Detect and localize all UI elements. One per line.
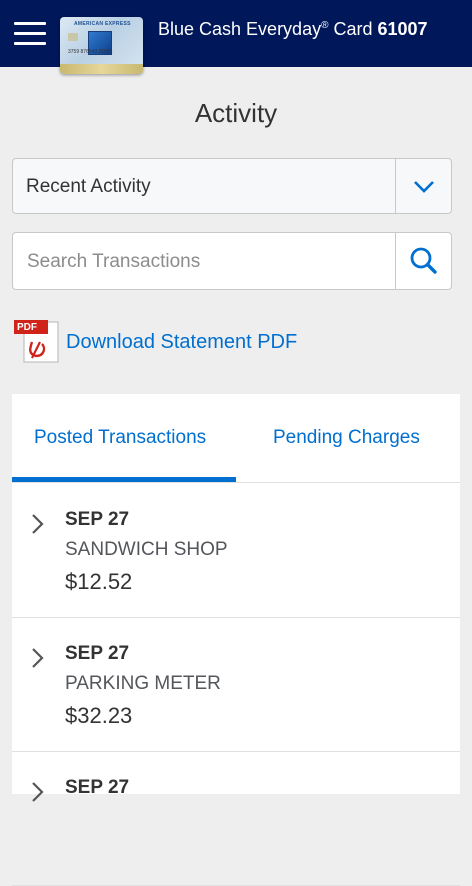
card-title: Blue Cash Everyday® Card 61007 — [158, 19, 428, 40]
app-header: AMERICAN EXPRESS 3759 876543 21001 Blue … — [0, 0, 472, 74]
active-tab-indicator — [12, 477, 236, 482]
transaction-merchant: SANDWICH SHOP — [65, 539, 228, 560]
chevron-down-icon[interactable] — [411, 173, 437, 204]
card-number: 3759 876543 21001 — [68, 49, 113, 55]
transaction-amount: $12.52 — [65, 569, 133, 594]
download-statement-label: Download Statement PDF — [66, 331, 298, 353]
transaction-date: SEP 27 — [65, 777, 130, 798]
chevron-right-icon[interactable] — [30, 513, 46, 540]
select-divider — [395, 159, 396, 213]
search-box — [12, 232, 452, 290]
card-image[interactable]: AMERICAN EXPRESS 3759 876543 21001 — [60, 17, 143, 74]
transaction-date: SEP 27 — [65, 643, 130, 664]
pdf-icon: PDF — [14, 318, 60, 364]
page-title: Activity — [194, 98, 278, 128]
transaction-row[interactable]: SEP 27 PARKING METER $32.23 — [12, 617, 460, 752]
card-name: Blue Cash Everyday — [158, 19, 322, 39]
download-statement-link[interactable]: PDF Download Statement PDF — [14, 318, 314, 366]
hamburger-menu-icon[interactable] — [14, 22, 46, 46]
search-input[interactable] — [25, 247, 389, 277]
chevron-right-icon[interactable] — [30, 781, 46, 808]
transactions-panel: Posted Transactions Pending Charges SEP … — [12, 394, 460, 886]
transaction-row[interactable]: SEP 27 — [12, 751, 460, 886]
tab-pending-charges[interactable]: Pending Charges — [236, 394, 460, 482]
transaction-tabs: Posted Transactions Pending Charges — [12, 394, 460, 483]
tab-posted-label: Posted Transactions — [34, 427, 207, 448]
transaction-date: SEP 27 — [65, 509, 130, 530]
activity-filter-select[interactable]: Recent Activity — [12, 158, 452, 214]
card-last-digits: 61007 — [377, 19, 428, 39]
card-word: Card — [328, 19, 378, 39]
activity-filter-value: Recent Activity — [26, 176, 151, 197]
tab-posted-transactions[interactable]: Posted Transactions — [12, 394, 236, 482]
transaction-amount: $32.23 — [65, 703, 133, 728]
card-chip — [68, 33, 78, 41]
card-brand: AMERICAN EXPRESS — [74, 21, 131, 27]
search-button[interactable] — [396, 233, 452, 289]
tab-pending-label: Pending Charges — [273, 427, 420, 448]
search-icon — [410, 247, 437, 274]
pdf-icon-label: PDF — [17, 322, 37, 333]
chevron-right-icon[interactable] — [30, 647, 46, 674]
card-gold-strip — [60, 64, 143, 74]
transaction-row[interactable]: SEP 27 SANDWICH SHOP $12.52 — [12, 483, 460, 618]
transaction-merchant: PARKING METER — [65, 673, 221, 694]
